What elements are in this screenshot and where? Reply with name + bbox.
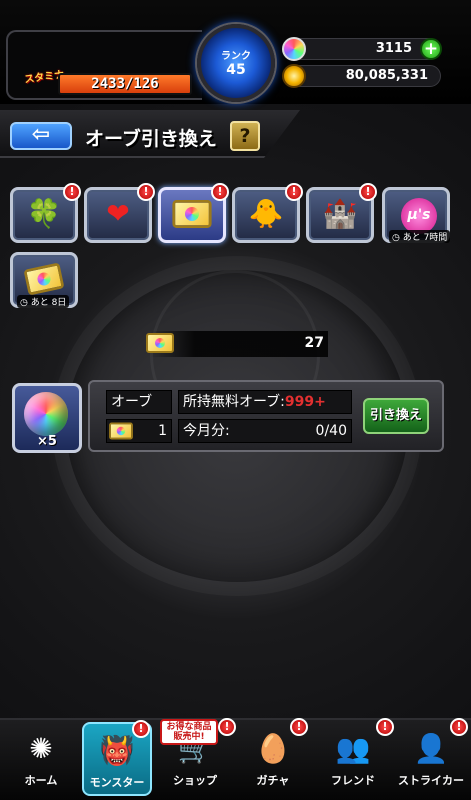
heart-card-icon: ❤: [106, 197, 130, 230]
orb-label: オーブ: [106, 390, 172, 414]
nav-label: ショップ: [173, 774, 217, 787]
ticket-cost: 1: [106, 419, 172, 443]
orb-reward-card: ×5: [12, 383, 82, 453]
clover-hat-icon: 🍀: [26, 197, 62, 230]
back-button[interactable]: ⇦: [10, 122, 72, 150]
alert-badge: !: [218, 718, 236, 736]
monthly-limit: 今月分: 0/40: [178, 419, 352, 443]
page-title: オーブ引き換え: [85, 128, 217, 150]
nav-label: ストライカー: [398, 774, 464, 787]
orb-counter: 3115 +: [282, 37, 442, 61]
exchange-item-monster[interactable]: 🐥 !: [232, 183, 303, 243]
alert-badge: !: [132, 720, 150, 738]
gold-counter: 80,085,331: [282, 64, 441, 88]
exchange-item-heart[interactable]: ❤ !: [84, 183, 155, 243]
ticket-count: 27: [304, 335, 324, 351]
friends-icon: 👥: [335, 732, 371, 765]
alert-badge: !: [137, 183, 155, 201]
nav-striker[interactable]: 👤 ストライカー !: [396, 718, 468, 796]
nav-gacha[interactable]: 🥚 ガチャ !: [238, 718, 308, 796]
gold-coin-icon: [282, 64, 306, 88]
ticket-count-bar: 27: [150, 331, 328, 357]
ticket-cost-value: 1: [158, 423, 167, 439]
exchange-item-clover[interactable]: 🍀 !: [10, 183, 81, 243]
rank-label: ランク: [221, 51, 251, 62]
striker-icon: 👤: [413, 732, 449, 765]
exchange-item-orb-ticket[interactable]: !: [158, 183, 229, 243]
nav-label: ホーム: [24, 774, 58, 787]
monster-icon: 👹: [99, 734, 135, 767]
free-orb-info: 所持無料オーブ:999+: [178, 390, 352, 414]
countdown-timer: ◷ あと 7時間: [389, 230, 451, 243]
alert-badge: !: [450, 718, 468, 736]
nav-label: ガチャ: [256, 774, 290, 787]
orb-reward-quantity: ×5: [37, 434, 57, 449]
rank-badge[interactable]: ランク 45: [197, 24, 275, 102]
exchange-item-castle[interactable]: 🏰 !: [306, 183, 377, 243]
rank-value: 45: [226, 62, 246, 78]
yellow-monster-icon: 🐥: [248, 197, 284, 230]
nav-label: モンスター: [89, 776, 145, 789]
alert-badge: !: [359, 183, 377, 201]
exchange-item-ticket-exchange[interactable]: ◷ あと 8日: [10, 252, 78, 308]
ticket-icon: [146, 333, 174, 353]
gold-count: 80,085,331: [345, 68, 428, 83]
monthly-limit-value: 0/40: [315, 423, 347, 439]
alert-badge: !: [290, 718, 308, 736]
free-orb-label: 所持無料オーブ:: [183, 394, 285, 410]
ticket-icon: [109, 422, 133, 440]
monthly-limit-label: 今月分:: [183, 423, 230, 439]
free-orb-value: 999+: [284, 394, 326, 410]
nav-home[interactable]: ✺ ホーム: [6, 722, 76, 796]
exchange-button[interactable]: 引き換え: [363, 398, 429, 434]
orb-icon: [24, 392, 68, 436]
home-icon: ✺: [29, 732, 53, 765]
ticket-exchange-icon: [13, 262, 75, 296]
buy-orbs-button[interactable]: +: [420, 38, 442, 60]
nav-label: フレンド: [331, 774, 375, 787]
egg-icon: 🥚: [255, 732, 291, 765]
sale-tag: お得な商品 販売中!: [160, 719, 218, 745]
alert-badge: !: [63, 183, 81, 201]
countdown-timer: ◷ あと 8日: [17, 295, 70, 308]
orb-count: 3115: [375, 41, 412, 56]
castle-icon: 🏰: [322, 197, 358, 230]
stamina-bar: 2433/126: [58, 73, 192, 95]
orb-icon: [282, 37, 306, 61]
nav-monster[interactable]: 👹 モンスター !: [82, 720, 152, 796]
alert-badge: !: [376, 718, 394, 736]
nav-friend[interactable]: 👥 フレンド !: [318, 718, 394, 796]
alert-badge: !: [285, 183, 303, 201]
help-button[interactable]: ?: [230, 121, 260, 151]
exchange-item-collab[interactable]: μ's ◷ あと 7時間: [382, 187, 451, 243]
alert-badge: !: [211, 183, 229, 201]
pink-logo-icon: μ's: [401, 198, 437, 234]
orb-ticket-icon: [161, 198, 223, 231]
